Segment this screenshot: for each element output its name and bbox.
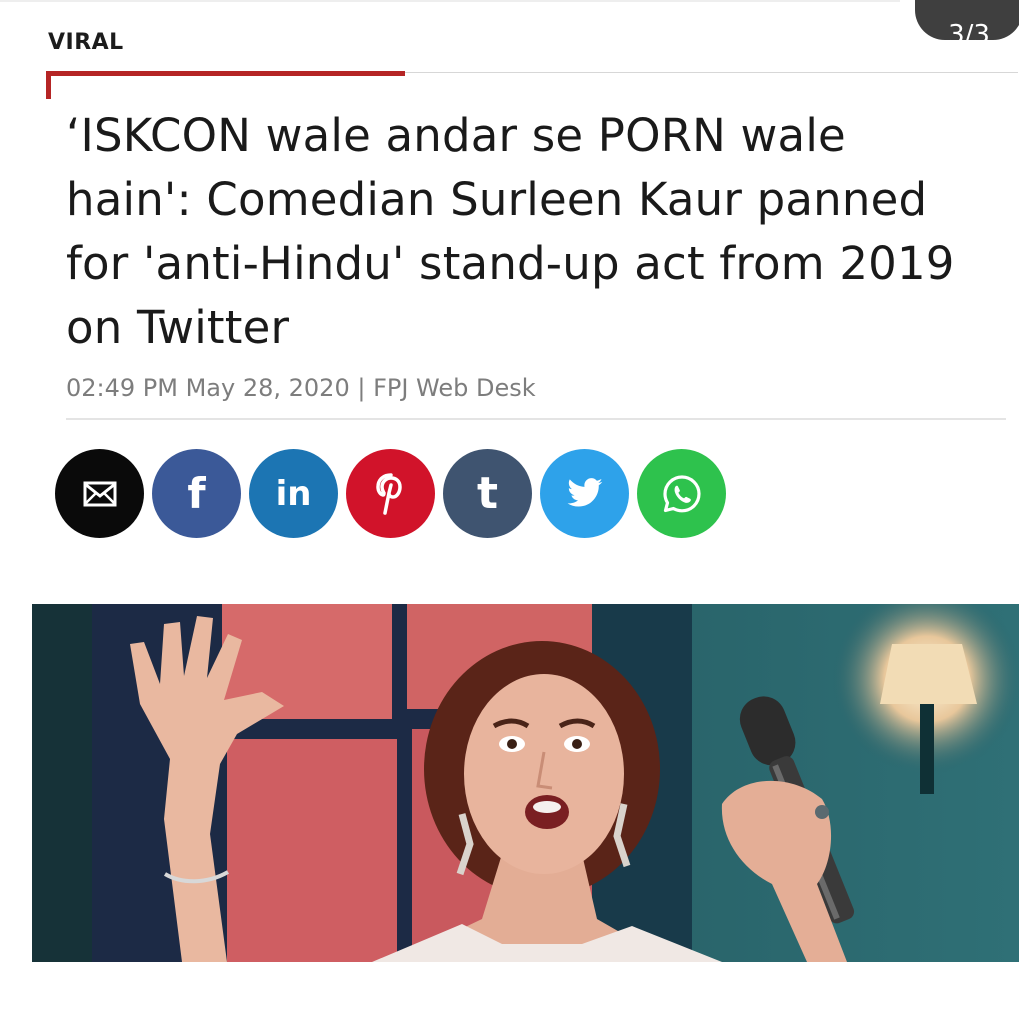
article-page: 3/3 VIRAL ‘ISKCON wale andar se PORN wal… — [0, 0, 1019, 1011]
twitter-bird-icon — [566, 477, 604, 510]
category-label[interactable]: VIRAL — [48, 30, 124, 55]
meta-divider — [66, 418, 1006, 420]
linkedin-icon: in — [275, 473, 312, 514]
share-tumblr-button[interactable]: t — [443, 449, 532, 538]
share-bar: f in t — [55, 449, 726, 538]
envelope-icon — [83, 481, 117, 507]
page-indicator-badge: 3/3 — [915, 0, 1019, 40]
share-twitter-button[interactable] — [540, 449, 629, 538]
share-whatsapp-button[interactable] — [637, 449, 726, 538]
share-email-button[interactable] — [55, 449, 144, 538]
facebook-icon: f — [187, 469, 206, 518]
category-accent-bar — [46, 71, 405, 76]
share-pinterest-button[interactable] — [346, 449, 435, 538]
page-indicator-text: 3/3 — [948, 20, 990, 40]
top-divider — [0, 0, 900, 2]
article-meta: 02:49 PM May 28, 2020 | FPJ Web Desk — [66, 374, 536, 402]
tumblr-icon: t — [476, 468, 499, 519]
pinterest-icon — [375, 472, 407, 516]
category-accent-tick — [46, 71, 51, 99]
share-facebook-button[interactable]: f — [152, 449, 241, 538]
article-hero-image — [32, 604, 1019, 962]
share-linkedin-button[interactable]: in — [249, 449, 338, 538]
whatsapp-icon — [660, 472, 704, 516]
hero-illustration — [32, 604, 1019, 962]
article-headline: ‘ISKCON wale andar se PORN wale hain': C… — [66, 109, 955, 354]
